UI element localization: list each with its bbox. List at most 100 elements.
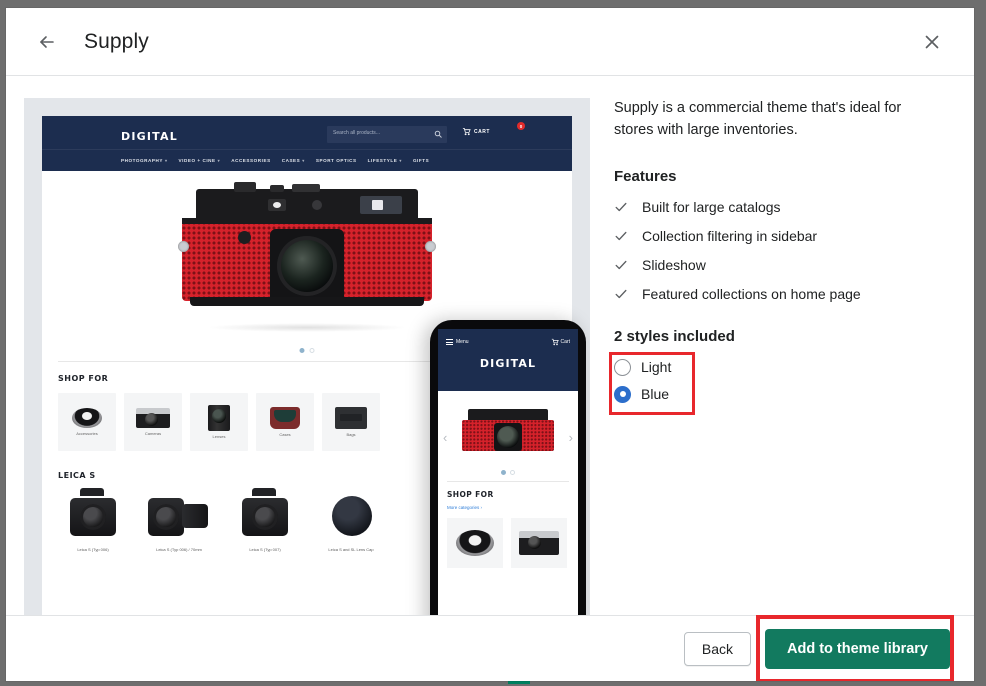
- feature-item: Slideshow: [614, 257, 944, 273]
- modal-body: DIGITAL Search all products...: [6, 76, 974, 615]
- mobile-screen: Menu Cart DIGITAL: [438, 329, 578, 615]
- preview-cart-button[interactable]: CART 0: [462, 127, 490, 136]
- category-card[interactable]: Lenses: [190, 393, 248, 451]
- feature-label: Collection filtering in sidebar: [642, 228, 817, 244]
- nav-item[interactable]: PHOTOGRAPHY▾: [121, 158, 168, 163]
- category-card[interactable]: Cases: [256, 393, 314, 451]
- radio-button-blue-selected[interactable]: [614, 386, 631, 403]
- nav-item[interactable]: LIFESTYLE▾: [368, 158, 402, 163]
- chevron-down-icon: ▾: [302, 158, 305, 163]
- slide-dot-active[interactable]: [501, 470, 506, 475]
- nav-item[interactable]: ACCESSORIES: [231, 158, 271, 163]
- category-card[interactable]: Bags: [322, 393, 380, 451]
- nav-label: ACCESSORIES: [231, 158, 271, 163]
- mobile-hero-slideshow: ‹ ›: [438, 391, 578, 481]
- page-title: Supply: [84, 30, 149, 54]
- category-label: Cases: [279, 432, 290, 437]
- nav-label: LIFESTYLE: [368, 158, 398, 163]
- back-button[interactable]: Back: [684, 632, 751, 666]
- product-card[interactable]: Leica S (Typ 006): [58, 492, 128, 553]
- chevron-down-icon: ▾: [399, 158, 402, 163]
- mobile-shop-for-section: SHOP FOR More categories ›: [438, 482, 578, 568]
- mobile-slideshow-dots[interactable]: [501, 470, 515, 475]
- camera-grip: [238, 231, 251, 244]
- check-icon: [614, 200, 628, 214]
- cart-icon: [462, 127, 471, 136]
- category-label: Lenses: [213, 434, 226, 439]
- camera-lens-side: [182, 504, 208, 528]
- product-name: Leica S (Typ 006): [77, 548, 108, 553]
- features-list: Built for large catalogs Collection filt…: [614, 199, 944, 302]
- product-image: [148, 492, 210, 542]
- camera-thumb-icon: [136, 408, 170, 428]
- back-arrow-icon[interactable]: [30, 25, 64, 59]
- page-backdrop-top: [0, 0, 986, 8]
- preview-site-header: DIGITAL Search all products...: [42, 116, 572, 171]
- radio-button-light[interactable]: [614, 359, 631, 376]
- camera-lens: [494, 423, 522, 451]
- cart-icon: [551, 338, 559, 346]
- close-icon[interactable]: [914, 24, 950, 60]
- nav-item[interactable]: CASES▾: [282, 158, 305, 163]
- product-card[interactable]: Leica S and SL Lens Cap: [316, 492, 386, 553]
- nav-item[interactable]: GIFTS: [413, 158, 429, 163]
- product-card[interactable]: Leica S (Typ 007): [230, 492, 300, 553]
- style-option-light[interactable]: Light: [614, 359, 700, 376]
- camera-thumb-icon: [519, 531, 559, 555]
- page-backdrop-bottom: [0, 681, 986, 686]
- product-image: [320, 492, 382, 542]
- camera-front: [70, 498, 116, 536]
- preview-search-input[interactable]: Search all products...: [327, 126, 447, 143]
- nav-item[interactable]: VIDEO + CINE▾: [179, 158, 221, 163]
- add-to-theme-library-button[interactable]: Add to theme library: [765, 629, 950, 669]
- theme-details-modal: Supply DIGITAL Search all products...: [6, 8, 974, 681]
- features-heading: Features: [614, 168, 944, 185]
- product-name: Leica S and SL Lens Cap: [328, 548, 373, 553]
- category-card[interactable]: [511, 518, 567, 568]
- product-name: Leica S (Typ 007): [249, 548, 280, 553]
- slideshow-next-icon[interactable]: ›: [569, 431, 573, 444]
- mobile-menu-button[interactable]: Menu: [446, 338, 469, 347]
- product-card[interactable]: Leica S (Typ 006) / 70mm: [144, 492, 214, 553]
- category-card[interactable]: Cameras: [124, 393, 182, 451]
- modal-footer: Back Add to theme library: [6, 615, 974, 681]
- mobile-cart-button[interactable]: Cart: [551, 338, 570, 346]
- category-label: Cameras: [145, 431, 161, 436]
- bag-thumb-icon: [335, 407, 367, 429]
- product-name: Leica S (Typ 006) / 70mm: [156, 548, 202, 553]
- cart-count-badge: 0: [517, 122, 525, 130]
- nav-item[interactable]: SPORT OPTICS: [316, 158, 357, 163]
- hero-camera-image: [182, 189, 432, 317]
- mobile-hero-camera-image: [462, 409, 554, 457]
- preview-brand-logo: DIGITAL: [121, 130, 178, 143]
- slideshow-prev-icon[interactable]: ‹: [443, 431, 447, 444]
- category-label: Bags: [346, 432, 355, 437]
- ring-adapter-thumb-icon: [456, 530, 494, 556]
- styles-heading: 2 styles included: [614, 328, 944, 345]
- slide-dot[interactable]: [310, 348, 315, 353]
- preview-nav: PHOTOGRAPHY▾ VIDEO + CINE▾ ACCESSORIES C…: [42, 149, 572, 171]
- more-categories-link[interactable]: More categories ›: [447, 505, 569, 510]
- chevron-down-icon: ▾: [165, 158, 168, 163]
- category-card[interactable]: Accessories: [58, 393, 116, 451]
- camera-base: [190, 297, 424, 306]
- lens-thumb-icon: [208, 405, 230, 431]
- category-card[interactable]: [447, 518, 503, 568]
- slide-dot-active[interactable]: [300, 348, 305, 353]
- camera-front: [148, 498, 184, 536]
- mobile-cart-label: Cart: [561, 339, 570, 345]
- camera-shadow: [207, 323, 407, 332]
- product-image: [62, 492, 124, 542]
- theme-preview-image: DIGITAL Search all products...: [24, 98, 590, 615]
- slideshow-dots[interactable]: [300, 348, 315, 353]
- style-option-blue[interactable]: Blue: [614, 386, 700, 403]
- nav-label: GIFTS: [413, 158, 429, 163]
- check-icon: [614, 287, 628, 301]
- theme-preview-column: DIGITAL Search all products...: [6, 76, 598, 615]
- camera-dial: [270, 185, 284, 192]
- camera-hump: [252, 488, 276, 496]
- camera-viewfinder: [360, 196, 402, 214]
- mobile-shop-for-heading: SHOP FOR: [447, 490, 569, 499]
- product-image: [234, 492, 296, 542]
- slide-dot[interactable]: [510, 470, 515, 475]
